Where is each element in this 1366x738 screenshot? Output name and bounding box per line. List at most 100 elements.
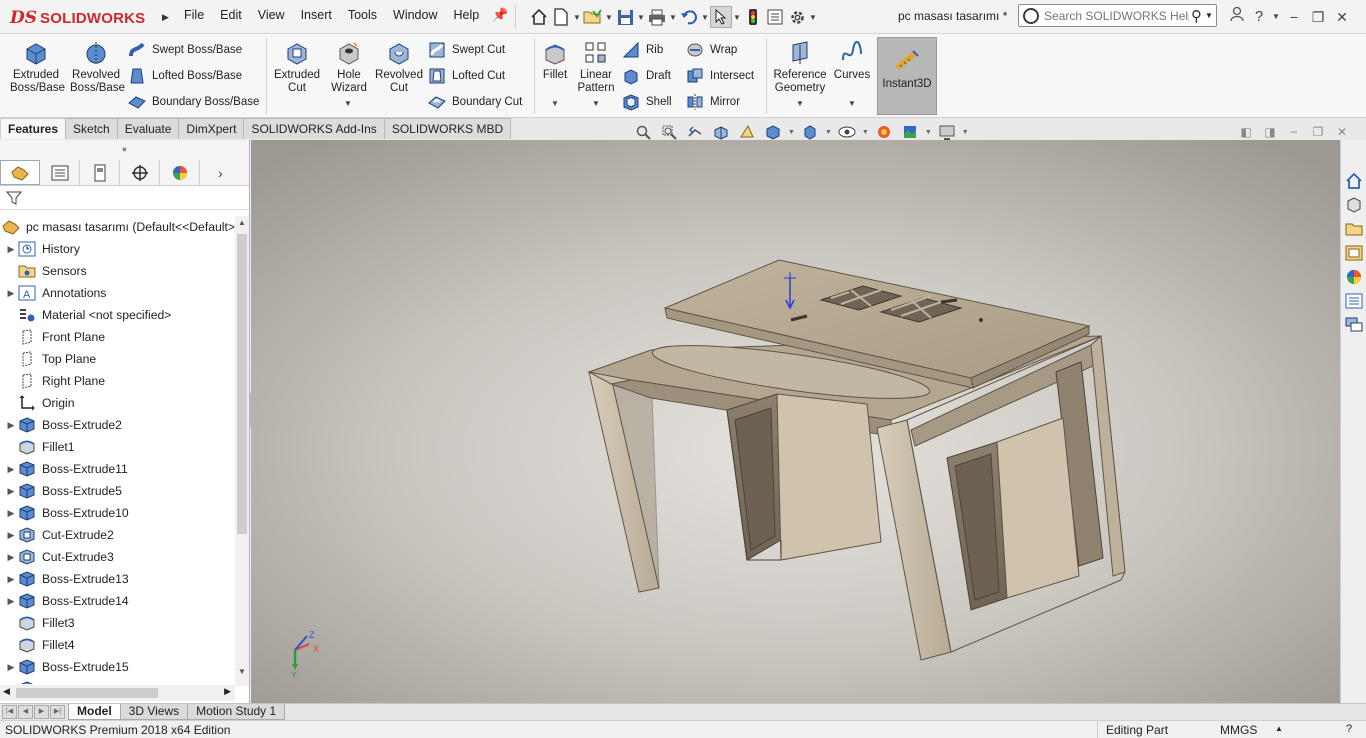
chevron-down-icon[interactable]: ▼ (668, 13, 678, 22)
next-tab-icon[interactable]: ▶ (34, 705, 49, 719)
hole-wizard-button[interactable]: Hole Wizard (326, 40, 372, 95)
minimize-icon[interactable]: − (1282, 6, 1306, 28)
intersect-button[interactable]: Intersect (686, 66, 754, 86)
lofted-cut-button[interactable]: Lofted Cut (428, 66, 505, 86)
fillet-button[interactable]: Fillet (538, 40, 572, 82)
chevron-down-icon[interactable]: ▼ (825, 129, 832, 136)
user-account-icon[interactable] (1226, 6, 1248, 28)
options-gear-icon[interactable] (786, 6, 808, 28)
boundary-boss-button[interactable]: Boundary Boss/Base (128, 92, 259, 112)
menu-insert[interactable]: Insert (293, 8, 340, 22)
dynamic-annotation-icon[interactable] (737, 123, 757, 141)
viewport-minimize-icon[interactable]: − (1282, 125, 1306, 139)
tree-item[interactable]: ▶ Cut-Extrude3 (0, 546, 235, 568)
instant3d-button[interactable]: Instant3D (877, 37, 937, 115)
chevron-down-icon[interactable]: ▼ (848, 99, 856, 108)
tab-evaluate[interactable]: Evaluate (116, 118, 180, 139)
extruded-cut-button[interactable]: Extruded Cut (270, 40, 324, 95)
scroll-thumb[interactable] (16, 688, 158, 698)
edit-appearance-icon[interactable] (874, 123, 894, 141)
open-folder-icon[interactable] (582, 6, 604, 28)
last-tab-icon[interactable]: ▶| (50, 705, 65, 719)
view-orientation-icon[interactable] (763, 123, 783, 141)
tree-item[interactable]: ▶ Boss-Extrude10 (0, 502, 235, 524)
tree-item[interactable]: Right Plane (0, 370, 235, 392)
menu-help[interactable]: Help (446, 8, 488, 22)
undo-icon[interactable] (678, 6, 700, 28)
save-icon[interactable] (614, 6, 636, 28)
tree-item[interactable]: ▶ Boss-Extrude13 (0, 568, 235, 590)
zoom-to-fit-icon[interactable] (633, 123, 653, 141)
chevron-down-icon[interactable]: ▼ (572, 13, 582, 22)
pin-menu-icon[interactable]: 📌 (492, 7, 508, 23)
chevron-up-icon[interactable]: ▲ (1275, 724, 1283, 733)
feature-manager-tab[interactable] (0, 160, 40, 185)
scroll-up-icon[interactable]: ▲ (238, 218, 246, 227)
chevron-down-icon[interactable]: ▼ (862, 129, 869, 136)
new-document-icon[interactable] (550, 6, 572, 28)
mirror-button[interactable]: Mirror (686, 92, 740, 112)
tab-features[interactable]: Features (0, 118, 67, 139)
tree-item[interactable]: Fillet4 (0, 634, 235, 656)
tree-item[interactable]: ▶ History (0, 238, 235, 260)
expand-arrow-icon[interactable]: ▶ (4, 574, 18, 585)
lofted-boss-button[interactable]: Lofted Boss/Base (128, 66, 242, 86)
expand-arrow-icon[interactable]: ▶ (4, 288, 18, 299)
previous-view-icon[interactable] (685, 123, 705, 141)
restore-icon[interactable]: ❐ (1306, 6, 1330, 28)
first-tab-icon[interactable]: |◀ (2, 705, 17, 719)
close-icon[interactable]: ✕ (1330, 6, 1354, 28)
chevron-down-icon[interactable]: ▼ (344, 99, 352, 108)
solidworks-resources-icon[interactable] (1342, 170, 1366, 192)
chevron-down-icon[interactable]: ▼ (592, 99, 600, 108)
hide-show-items-icon[interactable] (837, 123, 857, 141)
menu-view[interactable]: View (250, 8, 293, 22)
help-icon[interactable]: ? (1248, 6, 1270, 28)
print-icon[interactable] (646, 6, 668, 28)
swept-cut-button[interactable]: Swept Cut (428, 40, 505, 60)
status-help-icon[interactable]: ? (1346, 723, 1352, 735)
scroll-down-icon[interactable]: ▼ (238, 667, 246, 676)
expand-arrow-icon[interactable]: ▶ (4, 552, 18, 563)
revolved-cut-button[interactable]: Revolved Cut (374, 40, 424, 95)
menu-file[interactable]: File (176, 8, 212, 22)
chevron-down-icon[interactable]: ▼ (962, 129, 969, 136)
chevron-down-icon[interactable]: ▼ (636, 13, 646, 22)
home-icon[interactable] (528, 6, 550, 28)
previous-tab-icon[interactable]: ◀ (18, 705, 33, 719)
chevron-down-icon[interactable]: ▼ (551, 99, 559, 108)
expand-arrow-icon[interactable]: ▶ (4, 464, 18, 475)
tree-item[interactable]: Top Plane (0, 348, 235, 370)
tab-solidworks-mbd[interactable]: SOLIDWORKS MBD (383, 118, 512, 139)
file-properties-icon[interactable] (764, 6, 786, 28)
select-pointer-icon[interactable] (710, 6, 732, 28)
draft-button[interactable]: Draft (622, 66, 671, 86)
forum-icon[interactable] (1342, 314, 1366, 336)
menu-edit[interactable]: Edit (212, 8, 250, 22)
search-scope-icon[interactable] (1023, 7, 1039, 24)
chevron-down-icon[interactable]: ▼ (700, 13, 710, 22)
display-manager-tab[interactable] (160, 160, 200, 185)
tree-item[interactable]: Fillet1 (0, 436, 235, 458)
expand-arrow-icon[interactable]: ▶ (4, 596, 18, 607)
search-help-box[interactable]: ⚲ ▼ (1018, 4, 1217, 27)
menu-window[interactable]: Window (385, 8, 445, 22)
chevron-right-icon[interactable]: › (218, 165, 223, 181)
viewport-restore-icon[interactable]: ❐ (1306, 125, 1330, 139)
rebuild-icon[interactable] (742, 6, 764, 28)
search-icon[interactable]: ⚲ (1191, 7, 1202, 25)
scroll-right-icon[interactable]: ▶ (224, 686, 231, 697)
tree-vertical-scrollbar[interactable]: ▲ ▼ (235, 216, 249, 686)
revolved-boss-button[interactable]: Revolved Boss/Base (68, 40, 125, 95)
tab-sketch[interactable]: Sketch (65, 118, 118, 139)
tab-solidworks-add-ins[interactable]: SOLIDWORKS Add-Ins (243, 118, 385, 139)
tree-horizontal-scrollbar[interactable]: ◀ ▶ (0, 685, 235, 701)
curves-button[interactable]: Curves (832, 40, 872, 82)
dimxpert-manager-tab[interactable] (120, 160, 160, 185)
chevron-down-icon[interactable]: ▼ (796, 99, 804, 108)
scroll-thumb[interactable] (237, 234, 247, 534)
chevron-down-icon[interactable]: ▼ (1270, 6, 1282, 28)
configuration-manager-tab[interactable] (80, 160, 120, 185)
desk-model[interactable] (251, 140, 1340, 703)
tree-item[interactable]: ▶ A Annotations (0, 282, 235, 304)
